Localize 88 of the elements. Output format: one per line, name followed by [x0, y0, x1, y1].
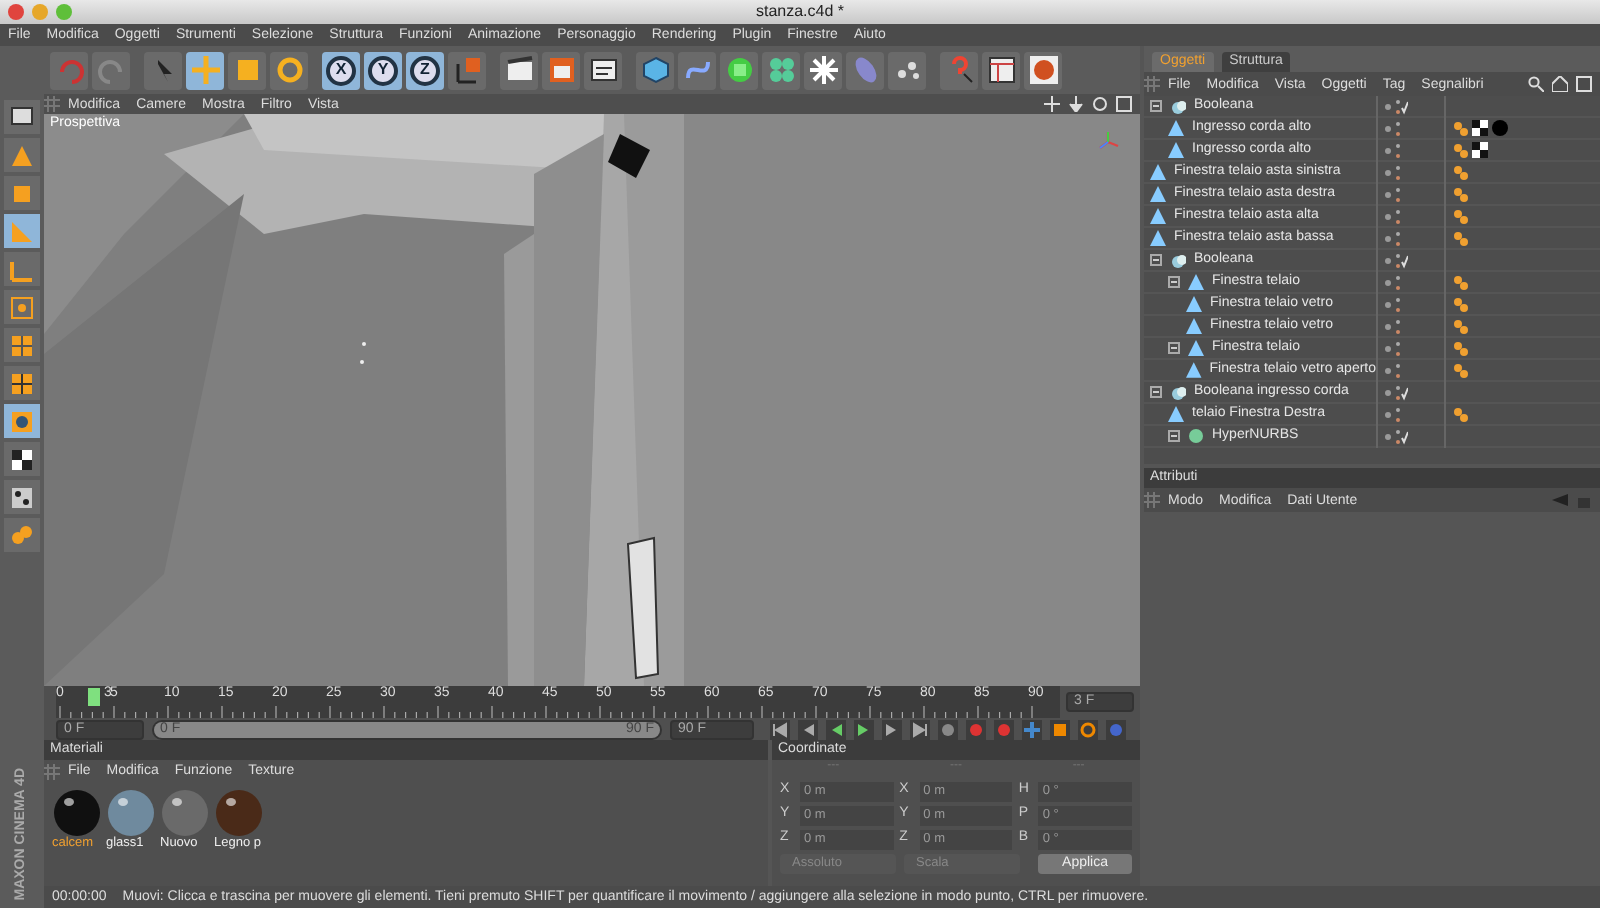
- window-icon: [1576, 76, 1592, 92]
- move-icon: [1024, 722, 1040, 738]
- document-icon: [587, 54, 619, 86]
- cube-icon: [639, 54, 671, 86]
- grid-icon: [1144, 492, 1160, 508]
- redo-icon: [95, 54, 127, 86]
- expand-icon[interactable]: [1150, 253, 1162, 266]
- expand-icon[interactable]: [1168, 275, 1180, 288]
- visibility-dots-icon: [1384, 383, 1408, 401]
- uv-icon: [8, 407, 36, 435]
- tool-button[interactable]: [4, 480, 40, 514]
- axes-icon: [451, 54, 483, 86]
- tool-button[interactable]: Z: [406, 51, 444, 89]
- timeline-button[interactable]: [1050, 720, 1070, 740]
- axis-gizmo-icon: [1096, 130, 1120, 154]
- dots-icon: [765, 54, 797, 86]
- visibility-dots-icon: [1384, 427, 1408, 445]
- timeline-button[interactable]: [882, 720, 902, 740]
- tool-button[interactable]: X: [322, 51, 360, 89]
- material-swatch[interactable]: [108, 790, 154, 836]
- sphere-icon: [723, 54, 755, 86]
- material-swatch[interactable]: [54, 790, 100, 836]
- first-frame-icon: [772, 722, 788, 738]
- timeline-button[interactable]: [1022, 720, 1042, 740]
- boolean-icon: [1170, 251, 1186, 268]
- tag-icon: [1452, 406, 1468, 422]
- polygons-icon: [8, 331, 36, 359]
- material-swatch[interactable]: [162, 790, 208, 836]
- timeline-button[interactable]: [854, 720, 874, 740]
- checker-icon: [1472, 120, 1488, 136]
- boolean-icon: [1170, 383, 1186, 400]
- points-icon: [8, 293, 36, 321]
- arrow-left-icon: [1552, 492, 1568, 508]
- point-icon: [1108, 722, 1124, 738]
- snowflake-icon: [807, 54, 839, 86]
- timeline-button[interactable]: [938, 720, 958, 740]
- boolean-icon: [1170, 97, 1186, 114]
- tool-button[interactable]: [4, 442, 40, 476]
- viewport-icon: [8, 103, 36, 131]
- move-icon: [189, 54, 221, 86]
- cone-icon: [1168, 405, 1184, 422]
- grid-icon: [44, 763, 60, 779]
- last-frame-icon: [912, 722, 928, 738]
- tool-button[interactable]: [4, 366, 40, 400]
- key-icon: [940, 722, 956, 738]
- rotate-icon: [1080, 722, 1096, 738]
- arrow-down-icon: [1068, 96, 1084, 112]
- search-icon: [1528, 76, 1544, 92]
- rotate-icon: [273, 54, 305, 86]
- checker-icon: [1472, 142, 1488, 158]
- timeline-button[interactable]: [1078, 720, 1098, 740]
- expand-icon[interactable]: [1150, 385, 1162, 398]
- move-icon: [1044, 96, 1060, 112]
- grid-icon: [44, 96, 60, 112]
- playhead[interactable]: [88, 688, 101, 706]
- material-swatch[interactable]: [216, 790, 262, 836]
- rotate-icon: [1092, 96, 1108, 112]
- checker-icon: [8, 445, 36, 473]
- timeline-button[interactable]: [994, 720, 1014, 740]
- square-icon: [1052, 722, 1068, 738]
- clapperboard-icon: [503, 54, 535, 86]
- picture-icon: [545, 54, 577, 86]
- tool-button[interactable]: [500, 51, 538, 89]
- tool-button[interactable]: Y: [364, 51, 402, 89]
- grid-icon: [8, 369, 36, 397]
- grid-icon: [1144, 76, 1160, 92]
- visibility-dots-icon: [1384, 251, 1408, 269]
- timeline-button[interactable]: [770, 720, 790, 740]
- ball-icon: [1492, 120, 1508, 136]
- home-icon: [1552, 76, 1568, 92]
- timeline-button[interactable]: [826, 720, 846, 740]
- window-icon: [985, 54, 1017, 86]
- dots-icon: [8, 483, 36, 511]
- timeline-button[interactable]: [910, 720, 930, 740]
- ball-icon: [1027, 54, 1059, 86]
- snap-icon: [8, 521, 36, 549]
- tool-button[interactable]: [982, 51, 1020, 89]
- timeline-button[interactable]: [798, 720, 818, 740]
- timeline-button[interactable]: [966, 720, 986, 740]
- tool-button[interactable]: [584, 51, 622, 89]
- expand-icon[interactable]: [1168, 341, 1180, 354]
- expand-icon[interactable]: [1150, 99, 1162, 112]
- sphere-icon: [1188, 427, 1204, 444]
- tool-button[interactable]: [4, 100, 40, 134]
- expand-icon[interactable]: [1168, 429, 1180, 442]
- window-icon: [1116, 96, 1132, 112]
- visibility-dots-icon: [1384, 97, 1408, 115]
- window-title: stanza.c4d *: [755, 0, 845, 24]
